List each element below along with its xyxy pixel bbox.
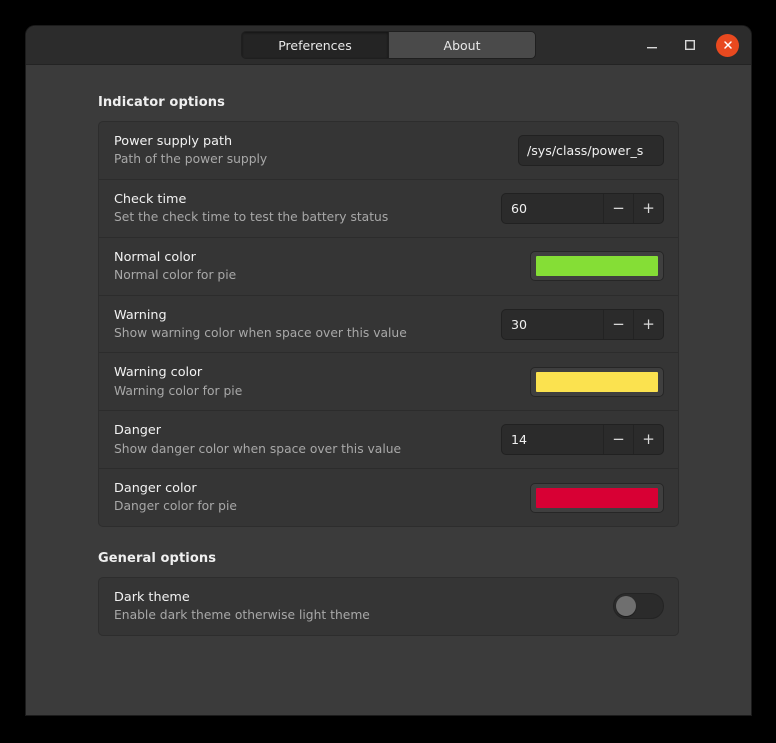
check-time-decrement-button[interactable]: − <box>603 193 633 223</box>
row-labels: Check time Set the check time to test th… <box>114 191 487 226</box>
check-time-value[interactable]: 60 <box>502 194 603 223</box>
row-control: 14 − + <box>501 424 664 456</box>
row-control: 30 − + <box>501 308 664 340</box>
warning-value[interactable]: 30 <box>502 310 603 339</box>
row-subtitle: Warning color for pie <box>114 383 243 398</box>
row-control: /sys/class/power_s <box>518 134 664 166</box>
row-danger-color: Danger color Danger color for pie <box>99 468 678 526</box>
row-labels: Dark theme Enable dark theme otherwise l… <box>114 589 599 624</box>
danger-increment-button[interactable]: + <box>633 425 663 455</box>
tab-group: Preferences About <box>241 31 536 59</box>
row-control <box>530 482 664 513</box>
section-general-options: General options Dark theme Enable dark t… <box>98 527 679 636</box>
row-control <box>530 366 664 397</box>
close-icon[interactable] <box>716 33 739 57</box>
dark-theme-toggle-knob <box>616 596 636 617</box>
row-subtitle: Show danger color when space over this v… <box>114 441 402 456</box>
danger-value[interactable]: 14 <box>502 425 603 454</box>
row-title: Danger <box>114 423 162 439</box>
row-title: Warning color <box>114 365 203 381</box>
row-subtitle: Path of the power supply <box>114 152 268 167</box>
danger-color-button[interactable] <box>530 482 664 513</box>
warning-color-button[interactable] <box>530 366 664 397</box>
check-time-increment-button[interactable]: + <box>633 193 663 223</box>
row-control <box>530 251 664 282</box>
dark-theme-toggle[interactable] <box>613 593 664 620</box>
section-title-general-options: General options <box>98 551 217 567</box>
row-power-supply-path: Power supply path Path of the power supp… <box>99 122 678 179</box>
section-indicator-options: Indicator options Power supply path Path… <box>98 65 679 528</box>
tab-preferences[interactable]: Preferences <box>242 32 388 58</box>
row-warning-color: Warning color Warning color for pie <box>99 352 678 410</box>
warning-decrement-button[interactable]: − <box>603 309 633 339</box>
row-labels: Normal color Normal color for pie <box>114 249 516 284</box>
row-title: Danger color <box>114 481 197 497</box>
row-subtitle: Danger color for pie <box>114 499 237 514</box>
row-warning: Warning Show warning color when space ov… <box>99 294 678 353</box>
row-check-time: Check time Set the check time to test th… <box>99 178 678 237</box>
preferences-window: Preferences About Indicator options Powe… <box>26 26 751 715</box>
general-options-list: Dark theme Enable dark theme otherwise l… <box>98 577 679 636</box>
row-control: 60 − + <box>501 192 664 224</box>
row-subtitle: Normal color for pie <box>114 267 237 282</box>
window-controls <box>640 26 739 64</box>
danger-decrement-button[interactable]: − <box>603 425 633 455</box>
normal-color-button[interactable] <box>530 251 664 282</box>
row-title: Normal color <box>114 249 196 265</box>
row-title: Dark theme <box>114 590 190 606</box>
row-dark-theme: Dark theme Enable dark theme otherwise l… <box>99 578 678 635</box>
normal-color-swatch <box>536 256 658 277</box>
row-title: Warning <box>114 307 167 323</box>
warning-color-swatch <box>536 371 658 392</box>
row-subtitle: Set the check time to test the battery s… <box>114 210 389 225</box>
tab-about[interactable]: About <box>388 32 535 58</box>
power-supply-path-input[interactable]: /sys/class/power_s <box>518 134 664 166</box>
row-labels: Danger Show danger color when space over… <box>114 422 487 457</box>
row-labels: Warning color Warning color for pie <box>114 364 516 399</box>
indicator-options-list: Power supply path Path of the power supp… <box>98 121 679 528</box>
preferences-content: Indicator options Power supply path Path… <box>26 65 751 715</box>
row-danger: Danger Show danger color when space over… <box>99 410 678 468</box>
maximize-icon[interactable] <box>678 33 702 57</box>
warning-increment-button[interactable]: + <box>633 309 663 339</box>
row-normal-color: Normal color Normal color for pie <box>99 236 678 295</box>
row-control <box>613 593 664 620</box>
row-title: Check time <box>114 191 187 207</box>
row-labels: Danger color Danger color for pie <box>114 480 516 515</box>
row-title: Power supply path <box>114 134 233 149</box>
row-labels: Warning Show warning color when space ov… <box>114 307 487 342</box>
row-subtitle: Show warning color when space over this … <box>114 325 407 340</box>
danger-color-swatch <box>536 487 658 508</box>
row-subtitle: Enable dark theme otherwise light theme <box>114 608 370 623</box>
title-bar: Preferences About <box>26 26 751 65</box>
row-labels: Power supply path Path of the power supp… <box>114 133 504 168</box>
warning-spinner[interactable]: 30 − + <box>501 308 664 340</box>
check-time-spinner[interactable]: 60 − + <box>501 192 664 224</box>
section-title-indicator-options: Indicator options <box>98 95 225 110</box>
minimize-icon[interactable] <box>640 33 664 57</box>
danger-spinner[interactable]: 14 − + <box>501 424 664 456</box>
